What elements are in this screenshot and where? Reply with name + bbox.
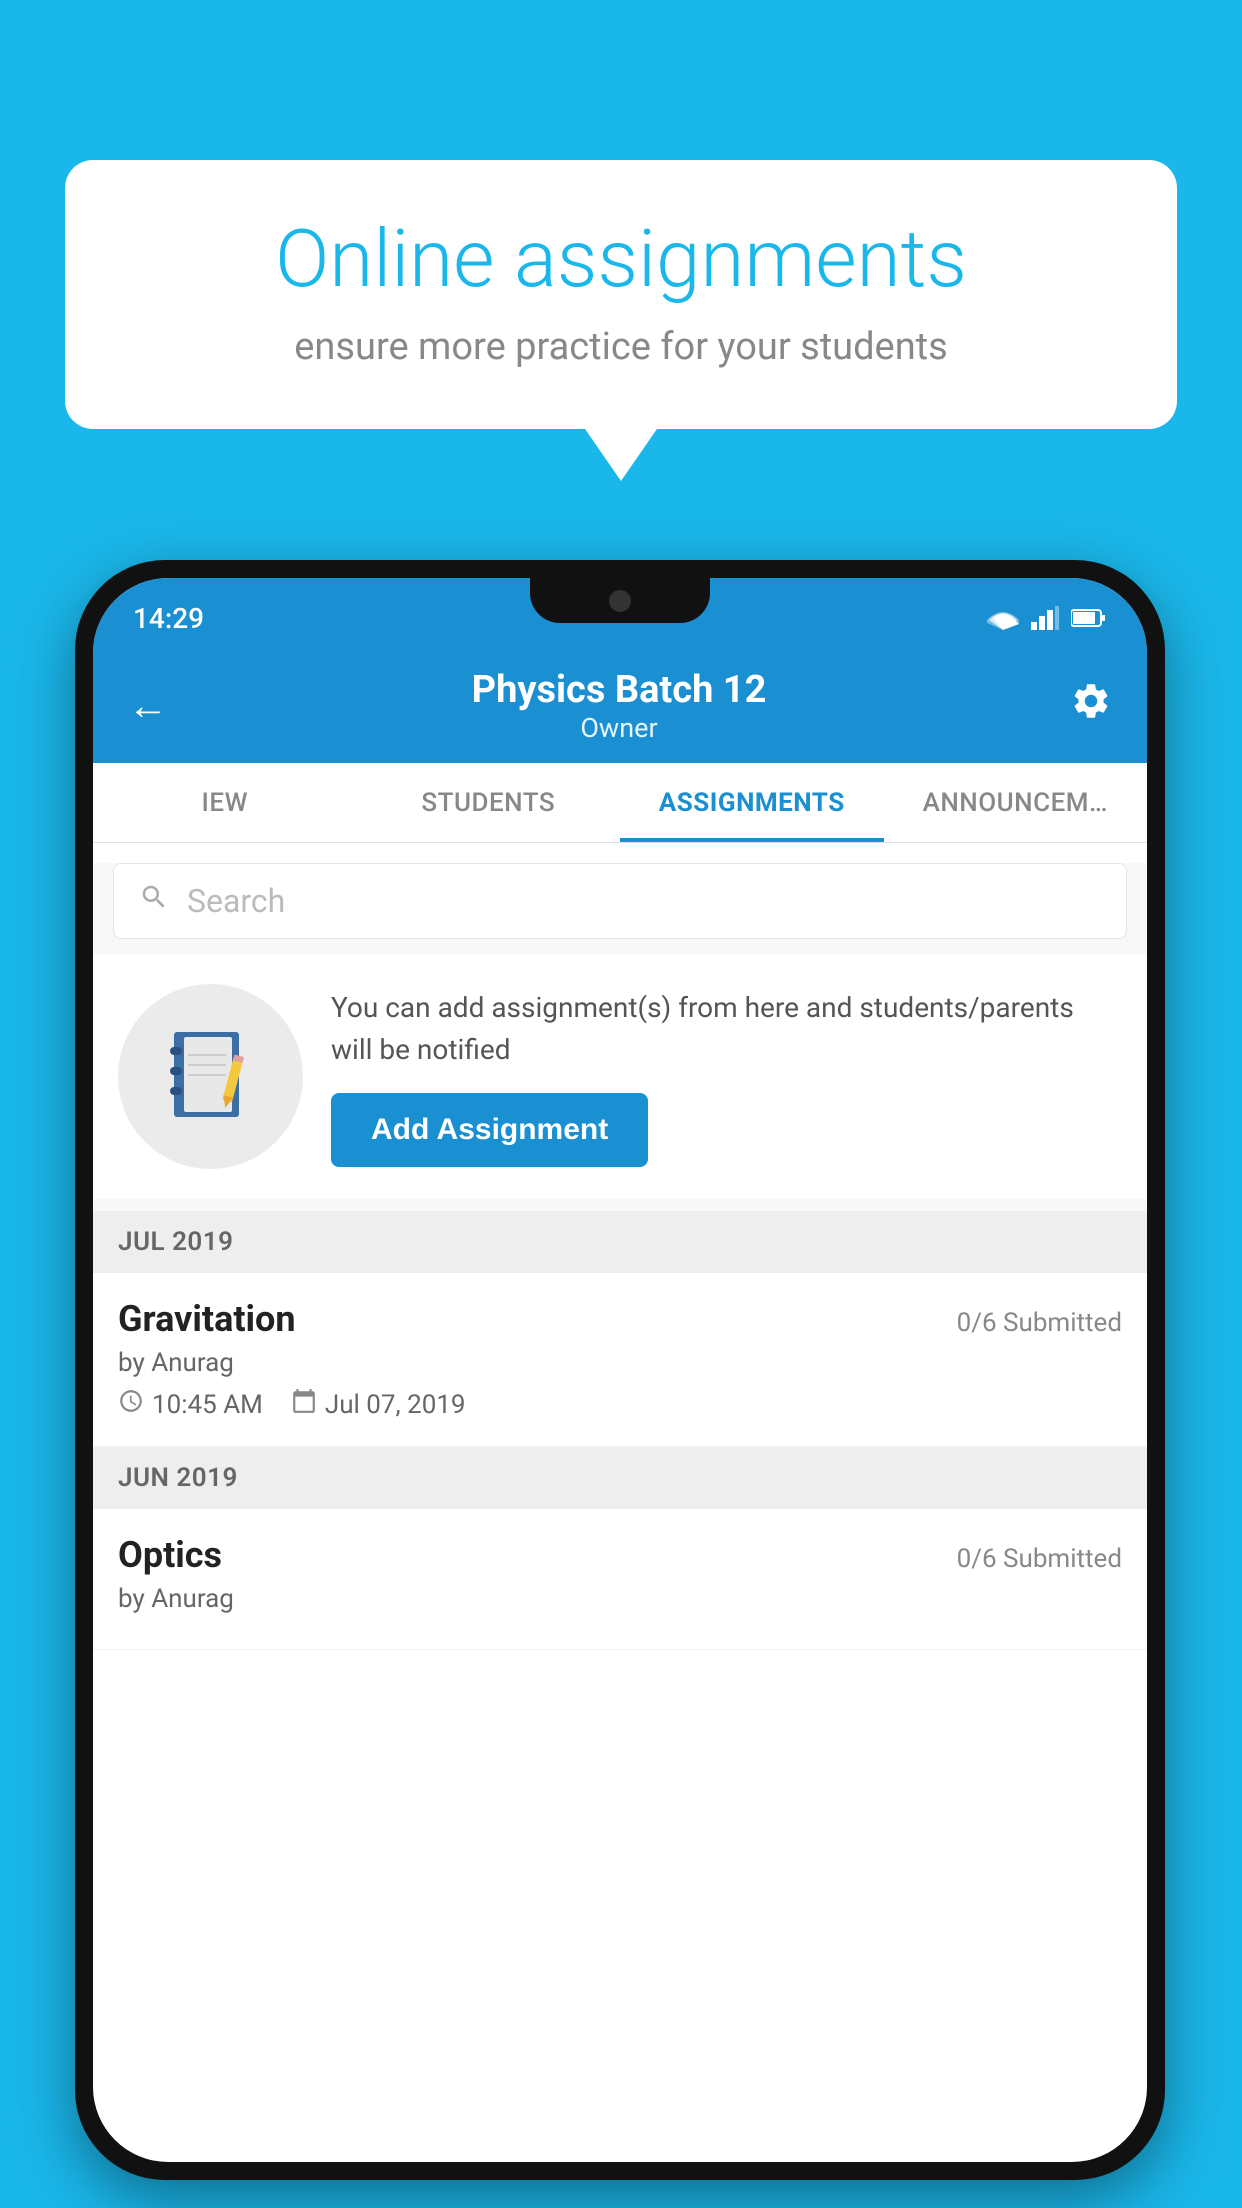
tab-bar: IEW STUDENTS ASSIGNMENTS ANNOUNCEM… xyxy=(93,763,1147,843)
app-header: ← Physics Batch 12 Owner xyxy=(93,648,1147,763)
section-header-jul: JUL 2019 xyxy=(93,1211,1147,1273)
promo-content: You can add assignment(s) from here and … xyxy=(331,987,1122,1167)
header-title: Physics Batch 12 xyxy=(472,668,767,712)
promo-text: You can add assignment(s) from here and … xyxy=(331,987,1122,1071)
battery-icon xyxy=(1071,608,1107,628)
clock-icon xyxy=(118,1388,144,1421)
assignment-title-optics: Optics xyxy=(118,1534,222,1576)
search-icon xyxy=(139,882,169,920)
status-icons xyxy=(987,606,1107,630)
meta-date: Jul 07, 2019 xyxy=(291,1388,466,1421)
search-placeholder: Search xyxy=(187,882,285,920)
meta-time: 10:45 AM xyxy=(118,1388,263,1421)
tab-students[interactable]: STUDENTS xyxy=(357,763,621,842)
camera xyxy=(609,590,631,612)
promo-icon-circle xyxy=(118,984,303,1169)
assignment-top-row: Gravitation 0/6 Submitted xyxy=(118,1298,1122,1340)
bubble-title: Online assignments xyxy=(130,215,1112,303)
phone-screen: 14:29 xyxy=(93,578,1147,2162)
notebook-icon xyxy=(166,1027,256,1127)
assignment-meta: 10:45 AM Jul 07, 2019 xyxy=(118,1388,1122,1421)
assignment-submitted: 0/6 Submitted xyxy=(957,1308,1122,1338)
wifi-icon xyxy=(987,606,1019,630)
assignment-by-optics: by Anurag xyxy=(118,1584,1122,1614)
assignment-time: 10:45 AM xyxy=(152,1390,263,1420)
status-time: 14:29 xyxy=(133,602,204,635)
tab-assignments[interactable]: ASSIGNMENTS xyxy=(620,763,884,842)
settings-icon[interactable] xyxy=(1070,680,1112,732)
header-subtitle: Owner xyxy=(472,712,767,744)
phone-frame: 14:29 xyxy=(75,560,1165,2180)
assignment-title: Gravitation xyxy=(118,1298,296,1340)
promo-card: You can add assignment(s) from here and … xyxy=(93,954,1147,1199)
assignment-item-optics[interactable]: Optics 0/6 Submitted by Anurag xyxy=(93,1509,1147,1650)
add-assignment-button[interactable]: Add Assignment xyxy=(331,1093,648,1167)
assignment-top-row-optics: Optics 0/6 Submitted xyxy=(118,1534,1122,1576)
assignment-date: Jul 07, 2019 xyxy=(325,1390,466,1420)
back-button[interactable]: ← xyxy=(128,682,168,729)
assignment-item-gravitation[interactable]: Gravitation 0/6 Submitted by Anurag 10:4… xyxy=(93,1273,1147,1447)
tab-announcements[interactable]: ANNOUNCEM… xyxy=(884,763,1148,842)
content-area: Search xyxy=(93,863,1147,1650)
header-center: Physics Batch 12 Owner xyxy=(472,668,767,744)
signal-icon xyxy=(1031,606,1059,630)
assignment-submitted-optics: 0/6 Submitted xyxy=(957,1544,1122,1574)
calendar-icon xyxy=(291,1388,317,1421)
section-header-jun: JUN 2019 xyxy=(93,1447,1147,1509)
speech-bubble: Online assignments ensure more practice … xyxy=(65,160,1177,429)
phone-notch xyxy=(530,578,710,623)
tab-iew[interactable]: IEW xyxy=(93,763,357,842)
assignment-by: by Anurag xyxy=(118,1348,1122,1378)
search-bar[interactable]: Search xyxy=(113,863,1127,939)
speech-bubble-wrapper: Online assignments ensure more practice … xyxy=(65,160,1177,429)
bubble-subtitle: ensure more practice for your students xyxy=(130,325,1112,369)
